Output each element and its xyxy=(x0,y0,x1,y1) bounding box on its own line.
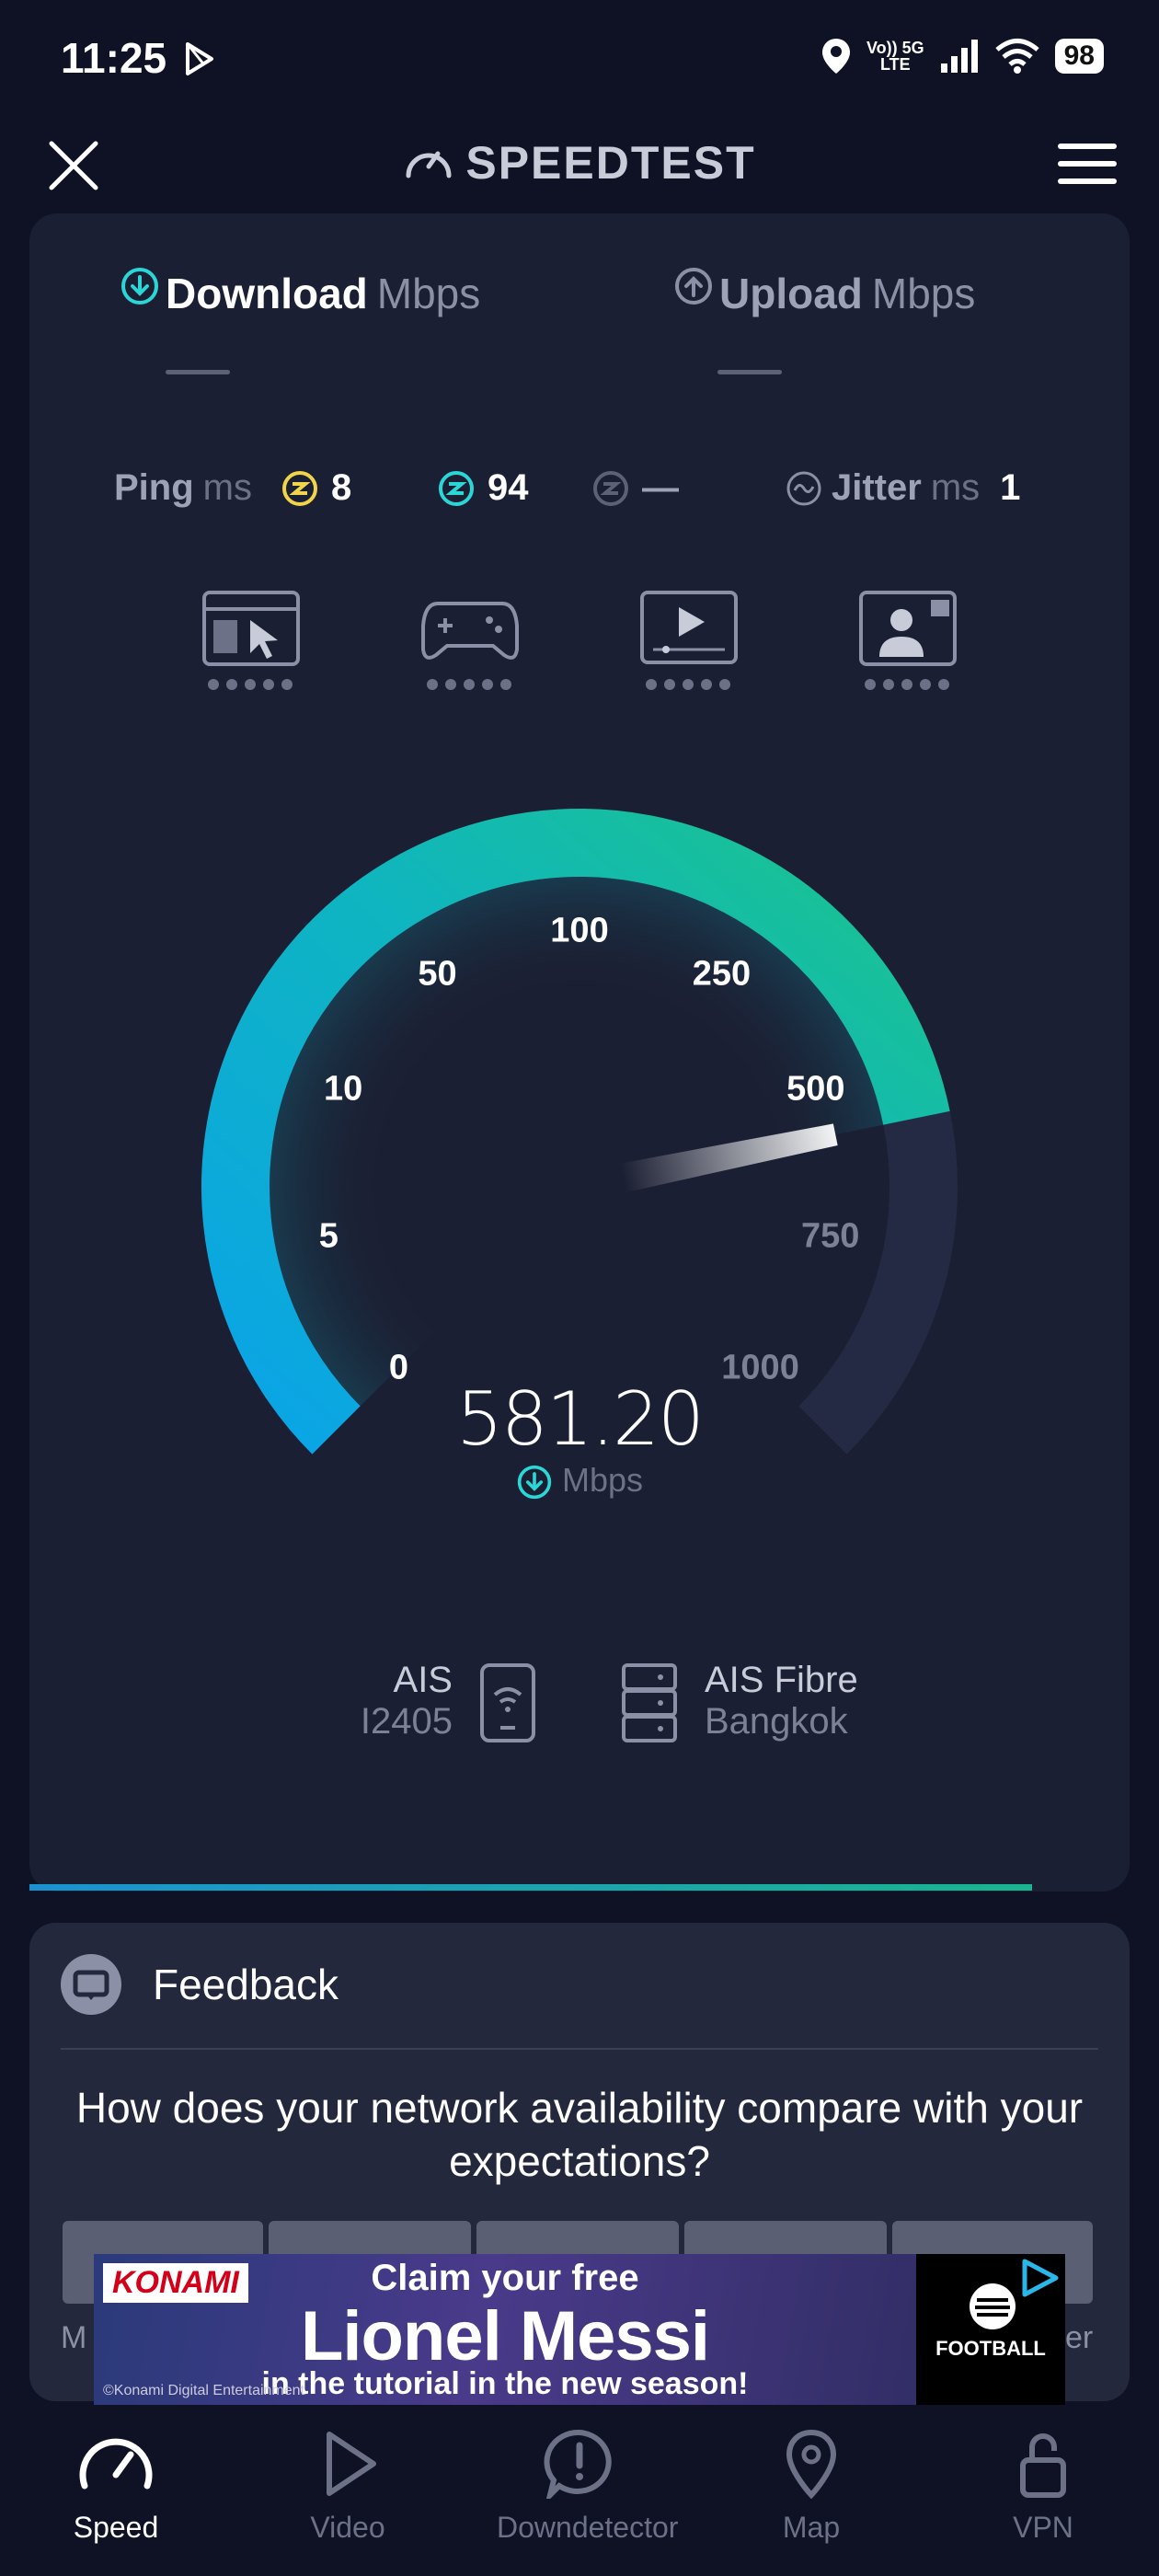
jitter-icon xyxy=(786,471,821,505)
jitter-metric: Jitter ms 1 xyxy=(786,467,1020,509)
ping-idle-icon xyxy=(282,470,317,506)
nav-item-map[interactable]: Map xyxy=(729,2429,894,2545)
feedback-question: How does your network availability compa… xyxy=(75,2084,1084,2185)
nav-item-speed[interactable]: Speed xyxy=(33,2429,199,2545)
web-rating xyxy=(208,679,293,690)
network-type: Vo)) 5G LTE xyxy=(866,39,924,74)
downdetector-icon xyxy=(544,2429,612,2504)
ad-banner[interactable]: KONAMI Claim your free Lionel Messi in t… xyxy=(94,2254,1065,2405)
feedback-scale-left-label: M xyxy=(61,2320,87,2355)
nav-item-video[interactable]: Video xyxy=(265,2429,430,2545)
download-arrow-icon xyxy=(121,268,158,305)
speed-unit-row: Mbps xyxy=(0,1461,1159,1501)
ping-idle-metric: 8 xyxy=(281,467,351,509)
gauge-tick-250: 250 xyxy=(692,954,752,994)
vpn-icon xyxy=(1020,2433,1066,2498)
gauge-tick-10: 10 xyxy=(324,1069,363,1109)
map-icon xyxy=(786,2429,837,2500)
ping-upload-metric: — xyxy=(592,467,679,509)
gaming-rating xyxy=(427,679,511,690)
phone-wifi-icon xyxy=(480,1663,535,1742)
ad-side-label: FOOTBALL xyxy=(935,2337,1046,2360)
ping-metric: Ping ms xyxy=(114,467,252,508)
ping-upload-icon xyxy=(593,470,628,506)
server-name: AIS Fibre xyxy=(705,1660,858,1700)
upload-arrow-icon xyxy=(675,268,712,305)
ad-line-1: Claim your free xyxy=(371,2258,639,2298)
page-title: SPEEDTEST xyxy=(0,136,1159,194)
gauge-tick-50: 50 xyxy=(418,954,457,994)
menu-icon[interactable] xyxy=(1058,142,1117,186)
provider-device: I2405 xyxy=(360,1701,453,1742)
signal-icon xyxy=(940,40,978,73)
gauge-tick-500: 500 xyxy=(786,1069,845,1109)
nav-item-vpn[interactable]: VPN xyxy=(960,2429,1126,2545)
provider-name: AIS xyxy=(393,1660,453,1700)
video-streaming-icon xyxy=(640,591,738,664)
ad-choices-icon[interactable] xyxy=(1019,2258,1060,2298)
video-call-icon xyxy=(859,591,957,666)
ping-download-metric: 94 xyxy=(438,467,529,509)
wifi-icon xyxy=(994,39,1039,74)
upload-result-placeholder xyxy=(717,370,782,374)
gaming-icon xyxy=(421,602,519,660)
download-label: Download xyxy=(166,270,368,317)
video-call-rating xyxy=(865,679,949,690)
speed-icon xyxy=(79,2438,153,2490)
location-icon xyxy=(821,39,850,74)
ping-download-icon xyxy=(439,470,474,506)
ad-line-2: Lionel Messi xyxy=(300,2297,710,2375)
web-browsing-icon xyxy=(202,591,300,666)
test-progress-bar xyxy=(29,1884,1032,1891)
provider-info: AIS I2405 xyxy=(361,1660,453,1742)
speed-value: 581.20 xyxy=(456,1376,705,1462)
tab-upload[interactable]: Upload Mbps xyxy=(673,268,976,374)
download-result-placeholder xyxy=(166,370,230,374)
video-icon xyxy=(327,2432,376,2496)
battery-indicator: 98 xyxy=(1054,39,1104,74)
upload-unit: Mbps xyxy=(871,270,976,317)
server-location: Bangkok xyxy=(705,1701,848,1742)
feedback-icon xyxy=(61,1954,121,2015)
feedback-scale-right-label: er xyxy=(1065,2320,1094,2355)
divider xyxy=(61,2048,1098,2050)
video-rating xyxy=(646,679,730,690)
server-icon xyxy=(622,1663,677,1742)
football-logo-icon xyxy=(970,2283,1016,2329)
gauge-tick-5: 5 xyxy=(318,1216,339,1256)
tab-download[interactable]: Download Mbps xyxy=(120,268,481,374)
gauge-tick-100: 100 xyxy=(550,911,609,950)
speedometer-icon xyxy=(406,151,452,178)
play-store-icon xyxy=(186,42,213,75)
ad-copyright: ©Konami Digital Entertainment xyxy=(103,2383,304,2398)
gauge-tick-750: 750 xyxy=(800,1216,860,1256)
status-icons: Vo)) 5G LTE 98 xyxy=(820,37,1104,75)
server-info[interactable]: AIS Fibre Bangkok xyxy=(705,1660,858,1742)
nav-item-downdetector[interactable]: Downdetector xyxy=(497,2429,678,2545)
status-time: 11:25 xyxy=(61,34,167,82)
download-arrow-icon xyxy=(517,1466,552,1500)
feedback-title: Feedback xyxy=(153,1961,339,2008)
download-unit: Mbps xyxy=(376,270,481,317)
upload-label: Upload xyxy=(719,270,863,317)
